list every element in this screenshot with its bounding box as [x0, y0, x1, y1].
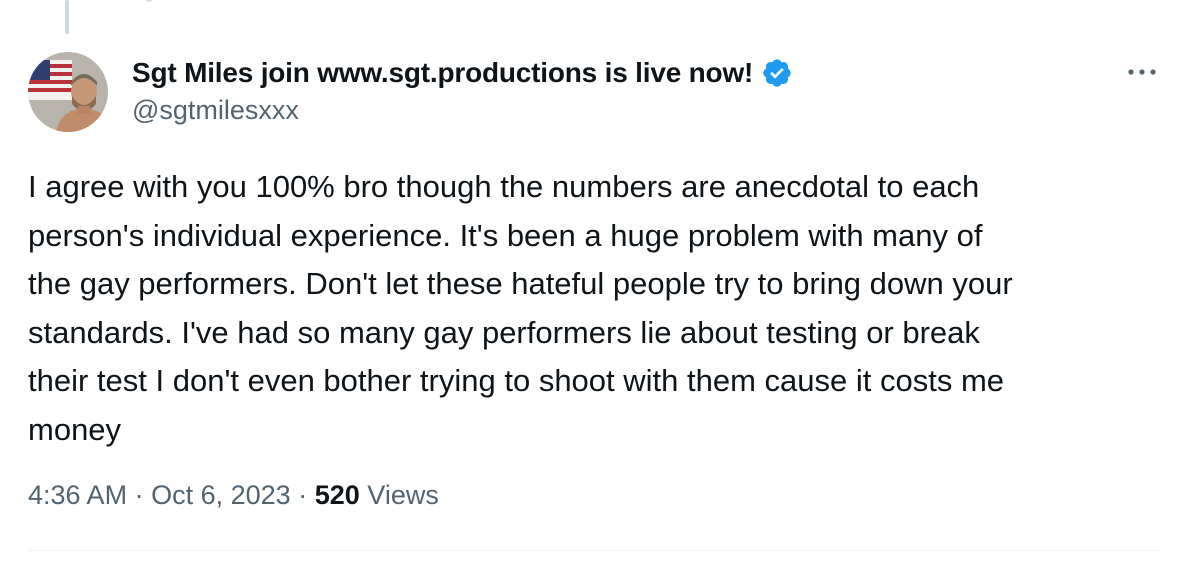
tweet-date: Oct 6, 2023 [151, 480, 291, 510]
tweet-metadata: 4:36 AM · Oct 6, 2023 · 520 Views [28, 480, 439, 511]
tweet-line: their test I don't even bother trying to… [28, 363, 1005, 398]
avatar[interactable] [28, 52, 108, 132]
views-count: 520 [314, 480, 360, 510]
author-handle[interactable]: @sgtmilesxxx [132, 95, 1150, 126]
views-link[interactable]: 520 Views [315, 480, 439, 510]
author-name-row: Sgt Miles join www.sgt.productions is li… [132, 55, 1150, 91]
meta-separator: · [298, 480, 308, 510]
tweet-line: money [28, 411, 122, 447]
meta-separator: · [134, 480, 144, 510]
tweet-line: the gay performers. Don't let these hate… [28, 266, 1013, 301]
tweet-timestamp[interactable]: 4:36 AM · Oct 6, 2023 [28, 480, 291, 510]
verified-badge-icon[interactable] [761, 57, 793, 89]
tweet-line: I agree with you 100% bro though the num… [28, 169, 980, 204]
avatar-image [28, 52, 108, 132]
more-options-icon[interactable] [1124, 60, 1160, 84]
tweet-body: I agree with you 100% bro though the num… [28, 163, 1168, 454]
divider [28, 550, 1160, 551]
views-label: Views [367, 480, 439, 510]
thread-connector-dot [145, 0, 153, 2]
thread-connector-line [65, 0, 69, 34]
tweet-line: standards. I've had so many gay performe… [28, 314, 980, 350]
tweet-line: person's individual experience. It's bee… [28, 217, 983, 253]
tweet-time: 4:36 AM [28, 480, 128, 510]
tweet-header: Sgt Miles join www.sgt.productions is li… [132, 55, 1150, 126]
author-display-name[interactable]: Sgt Miles join www.sgt.productions is li… [132, 57, 753, 89]
